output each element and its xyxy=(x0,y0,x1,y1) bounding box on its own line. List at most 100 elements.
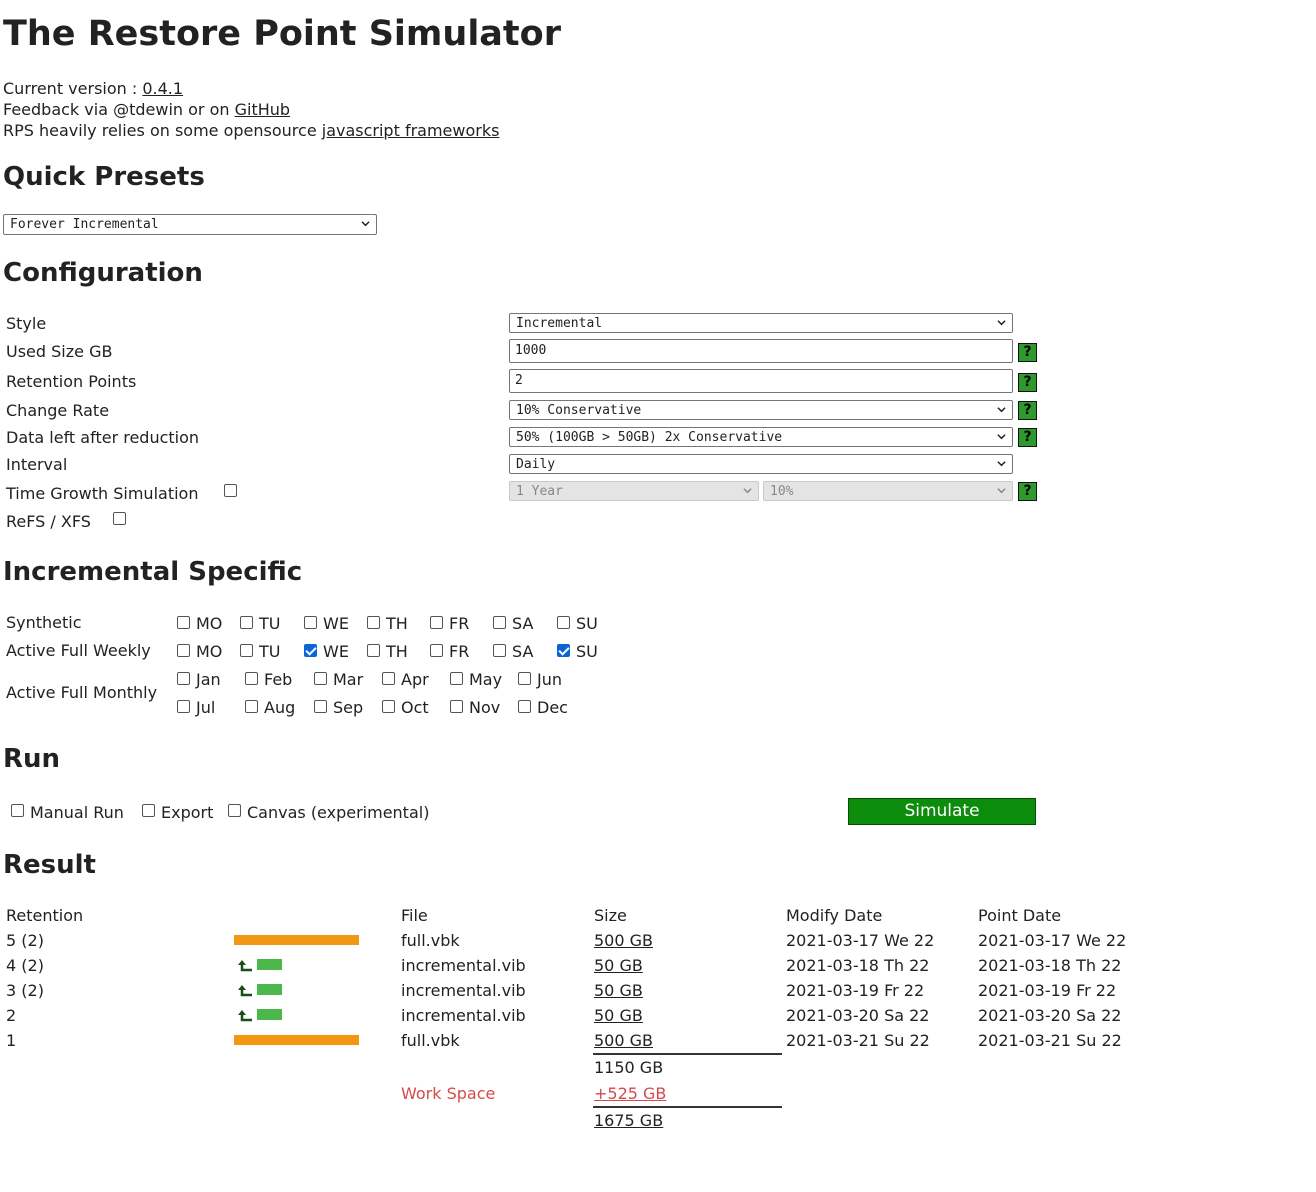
monthly-jan-label: Jan xyxy=(196,670,221,689)
col-retention: Retention xyxy=(6,906,84,925)
synthetic-fr-label: FR xyxy=(449,614,470,633)
presets-heading: Quick Presets xyxy=(3,162,205,192)
monthly-may-checkbox[interactable] xyxy=(450,672,463,685)
row-point-date: 2021-03-17 We 22 xyxy=(978,931,1127,950)
monthly-jan-checkbox[interactable] xyxy=(177,672,190,685)
time-growth-checkbox[interactable] xyxy=(224,484,237,497)
weekly-sa-checkbox[interactable] xyxy=(493,644,506,657)
preset-select[interactable]: Forever Incremental xyxy=(3,214,377,235)
weekly-th-checkbox[interactable] xyxy=(367,644,380,657)
refs-checkbox[interactable] xyxy=(113,512,126,525)
weekly-we-checkbox[interactable] xyxy=(304,644,317,657)
row-size-link[interactable]: 50 GB xyxy=(594,1006,643,1025)
chevron-down-icon xyxy=(997,434,1006,440)
row-retention: 3 (2) xyxy=(6,981,44,1000)
help-icon[interactable]: ? xyxy=(1018,343,1037,362)
monthly-sep-checkbox[interactable] xyxy=(314,700,327,713)
incremental-backup-bar xyxy=(257,1009,282,1020)
page-title: The Restore Point Simulator xyxy=(3,14,561,54)
row-size-link[interactable]: 500 GB xyxy=(594,931,653,950)
synthetic-sa-checkbox[interactable] xyxy=(493,616,506,629)
style-label: Style xyxy=(6,314,47,333)
time-growth-rate-select[interactable]: 10% xyxy=(763,481,1013,501)
synthetic-we-label: WE xyxy=(323,614,349,633)
monthly-apr-label: Apr xyxy=(401,670,429,689)
synthetic-fr-checkbox[interactable] xyxy=(430,616,443,629)
chevron-down-icon xyxy=(997,407,1006,413)
version-link[interactable]: 0.4.1 xyxy=(142,79,183,98)
weekly-fr-checkbox[interactable] xyxy=(430,644,443,657)
version-line: Current version : 0.4.1 xyxy=(3,78,183,99)
monthly-aug-checkbox[interactable] xyxy=(245,700,258,713)
monthly-mar-checkbox[interactable] xyxy=(314,672,327,685)
data-left-label: Data left after reduction xyxy=(6,428,200,447)
weekly-su-checkbox[interactable] xyxy=(557,644,570,657)
export-checkbox[interactable] xyxy=(142,804,155,817)
monthly-dec-checkbox[interactable] xyxy=(518,700,531,713)
interval-select[interactable]: Daily xyxy=(509,454,1013,474)
help-icon[interactable]: ? xyxy=(1018,482,1037,501)
synthetic-th-checkbox[interactable] xyxy=(367,616,380,629)
total-value[interactable]: 1675 GB xyxy=(594,1111,663,1130)
full-backup-bar xyxy=(234,1035,359,1045)
row-modify-date: 2021-03-21 Su 22 xyxy=(786,1031,930,1050)
manual-run-checkbox[interactable] xyxy=(11,804,24,817)
return-arrow-icon xyxy=(238,960,252,972)
synthetic-tu-checkbox[interactable] xyxy=(240,616,253,629)
retention-points-input[interactable]: 2 xyxy=(509,369,1013,393)
row-file: incremental.vib xyxy=(401,1006,526,1025)
page: The Restore Point Simulator Current vers… xyxy=(0,0,1316,1192)
chevron-down-icon xyxy=(997,488,1006,494)
canvas-label: Canvas (experimental) xyxy=(247,803,430,822)
row-modify-date: 2021-03-19 Fr 22 xyxy=(786,981,925,1000)
synthetic-we-checkbox[interactable] xyxy=(304,616,317,629)
change-rate-value: 10% Conservative xyxy=(516,403,642,418)
row-point-date: 2021-03-21 Su 22 xyxy=(978,1031,1122,1050)
canvas-checkbox[interactable] xyxy=(228,804,241,817)
monthly-apr-checkbox[interactable] xyxy=(382,672,395,685)
row-size-link[interactable]: 50 GB xyxy=(594,956,643,975)
simulate-button[interactable]: Simulate xyxy=(848,798,1036,825)
frameworks-link[interactable]: javascript frameworks xyxy=(322,121,500,140)
monthly-jun-checkbox[interactable] xyxy=(518,672,531,685)
time-growth-label: Time Growth Simulation xyxy=(6,484,199,503)
col-modify-date: Modify Date xyxy=(786,906,883,925)
weekly-we-label: WE xyxy=(323,642,349,661)
result-heading: Result xyxy=(3,850,96,880)
workspace-label: Work Space xyxy=(401,1084,496,1103)
synthetic-th-label: TH xyxy=(386,614,408,633)
help-icon[interactable]: ? xyxy=(1018,428,1037,447)
col-size: Size xyxy=(594,906,627,925)
row-size-link[interactable]: 50 GB xyxy=(594,981,643,1000)
synthetic-su-checkbox[interactable] xyxy=(557,616,570,629)
workspace-value[interactable]: +525 GB xyxy=(594,1084,666,1103)
monthly-feb-checkbox[interactable] xyxy=(245,672,258,685)
change-rate-select[interactable]: 10% Conservative xyxy=(509,400,1013,420)
row-file: incremental.vib xyxy=(401,981,526,1000)
col-point-date: Point Date xyxy=(978,906,1062,925)
weekly-tu-checkbox[interactable] xyxy=(240,644,253,657)
active-weekly-label: Active Full Weekly xyxy=(6,641,151,660)
change-rate-label: Change Rate xyxy=(6,401,110,420)
incremental-backup-bar xyxy=(257,984,282,995)
monthly-oct-checkbox[interactable] xyxy=(382,700,395,713)
synthetic-mo-checkbox[interactable] xyxy=(177,616,190,629)
time-growth-rate-value: 10% xyxy=(770,484,794,499)
run-heading: Run xyxy=(3,744,61,774)
synthetic-label: Synthetic xyxy=(6,613,82,632)
return-arrow-icon xyxy=(238,1010,252,1022)
weekly-mo-checkbox[interactable] xyxy=(177,644,190,657)
help-icon[interactable]: ? xyxy=(1018,373,1037,392)
github-link[interactable]: GitHub xyxy=(235,100,290,119)
time-growth-period-select[interactable]: 1 Year xyxy=(509,481,759,501)
row-size-link[interactable]: 500 GB xyxy=(594,1031,653,1050)
style-select[interactable]: Incremental xyxy=(509,313,1013,333)
used-size-input[interactable]: 1000 xyxy=(509,339,1013,363)
monthly-nov-checkbox[interactable] xyxy=(450,700,463,713)
monthly-jul-checkbox[interactable] xyxy=(177,700,190,713)
retention-points-label: Retention Points xyxy=(6,372,137,391)
feedback-prefix: Feedback via @tdewin or on xyxy=(3,100,235,119)
help-icon[interactable]: ? xyxy=(1018,401,1037,420)
monthly-jun-label: Jun xyxy=(537,670,562,689)
data-left-select[interactable]: 50% (100GB > 50GB) 2x Conservative xyxy=(509,427,1013,447)
